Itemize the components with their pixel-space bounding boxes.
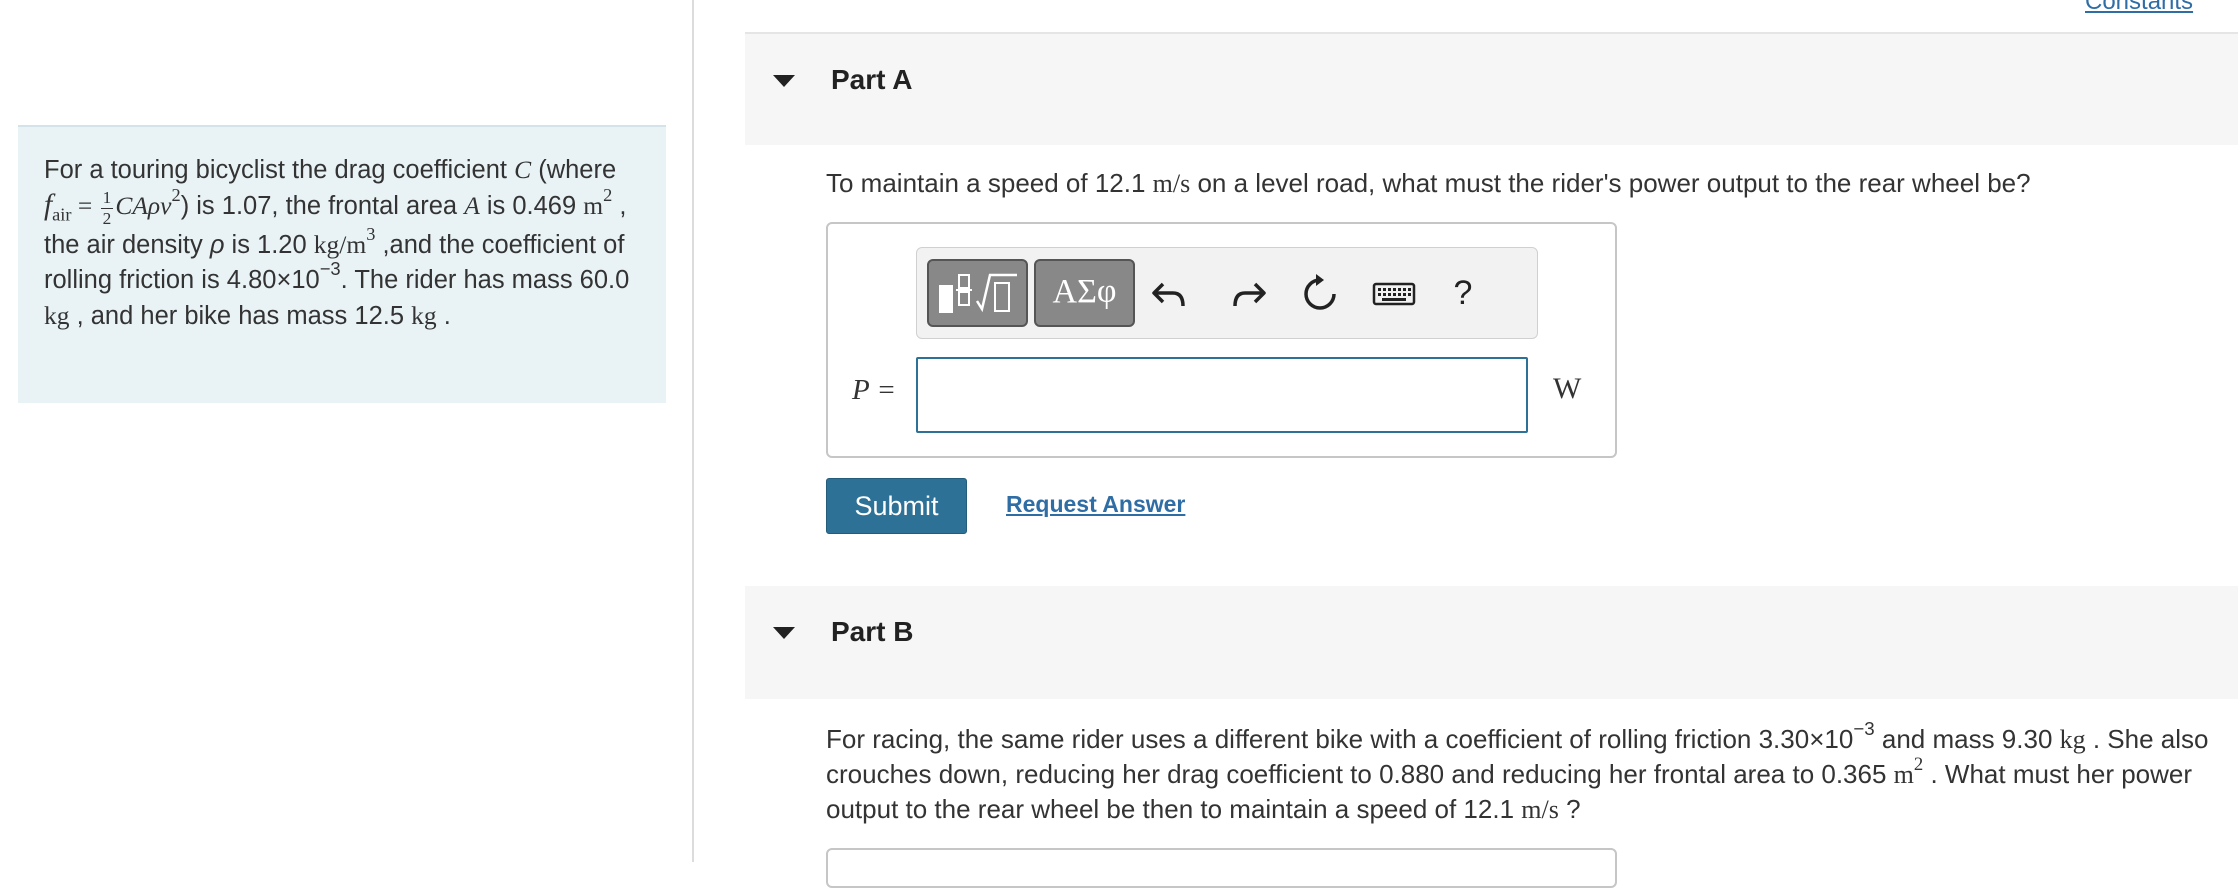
unit-kg: kg [2059,725,2086,754]
keyboard-icon[interactable] [1367,268,1421,318]
caret-down-icon[interactable] [773,75,795,87]
unit-exponent: 2 [1913,753,1924,775]
unit-area: m2 [583,186,612,220]
problem-text: , and her bike has mass 12.5 [69,301,412,330]
templates-button[interactable] [927,259,1028,327]
unit-m: m [583,191,604,220]
math-toolbar: ΑΣφ ? [916,247,1538,339]
problem-text: is 0.469 [479,192,584,220]
question-text: To maintain a speed of 12.1 [826,168,1153,198]
fraction-numerator: 1 [100,188,114,209]
request-answer-link[interactable]: Request Answer [1006,491,1185,518]
question-text: and mass 9.30 [1874,724,2060,754]
unit-density-base: kg/m [313,229,367,259]
variable-label: P = [852,374,896,407]
var-c: C [514,155,532,184]
problem-text: . The rider has mass 60.0 [340,265,630,294]
unit-label: W [1553,372,1582,405]
part-b-question: For racing, the same rider uses a differ… [826,719,2226,827]
constants-link[interactable]: Constants [2085,0,2193,16]
var-a: A [464,191,480,220]
answer-input[interactable] [916,357,1528,433]
problem-text: . [436,301,451,330]
unit-kg: kg [411,300,437,330]
problem-text: is 1.20 [224,230,314,259]
unit-speed: m/s [1521,795,1559,824]
friction-exponent: −3 [319,258,341,280]
help-button[interactable]: ? [1439,268,1487,318]
answer-box: ΑΣφ ? P = W [826,222,1617,458]
formula-f: f [44,189,53,221]
var-p: P = [852,374,897,406]
part-a-question: To maintain a speed of 12.1 m/s on a lev… [826,166,2031,201]
problem-text: For a touring bicyclist the drag coeffic… [44,156,515,184]
part-b-answer-box [826,848,1617,888]
drag-formula: fair = 1 2 CAρv2 [44,186,181,227]
friction-exponent: −3 [1853,717,1875,739]
formula-sub: air [52,204,72,225]
undo-icon[interactable] [1147,268,1195,318]
unit-area: m2 [1893,755,1924,789]
formula-body: CAρv [115,191,172,220]
redo-icon[interactable] [1223,268,1271,318]
part-b-title: Part B [831,616,914,647]
symbols-button[interactable]: ΑΣφ [1034,259,1135,327]
question-text: ? [1558,794,1581,824]
reset-icon[interactable] [1296,268,1344,318]
problem-statement: For a touring bicyclist the drag coeffic… [18,125,666,403]
question-text: on a level road, what must the rider's p… [1190,168,2031,198]
caret-down-icon[interactable] [773,627,795,639]
unit-m: m [1893,760,1914,789]
unit-density: kg/m3 [313,225,376,259]
templates-icon [939,273,1017,313]
unit-density-exponent: 3 [366,224,376,245]
formula-fraction: 12 [100,188,114,228]
part-a-title: Part A [831,64,913,95]
unit-speed: m/s [1152,169,1191,198]
fraction-denominator: 2 [102,208,112,228]
part-a-header[interactable]: Part A [745,32,2238,145]
problem-text: ) is 1.07, the frontal area [180,192,465,220]
formula-exponent: 2 [171,185,181,206]
formula-eq: = [71,191,99,220]
unit-exponent: 2 [603,185,613,206]
panel-divider [692,0,694,862]
unit-kg: kg [44,300,70,330]
problem-text: (where [531,156,617,184]
question-text: For racing, the same rider uses a differ… [826,724,1854,754]
submit-button[interactable]: Submit [826,478,967,534]
part-b-header[interactable]: Part B [745,586,2238,699]
var-rho: ρ [209,230,225,259]
